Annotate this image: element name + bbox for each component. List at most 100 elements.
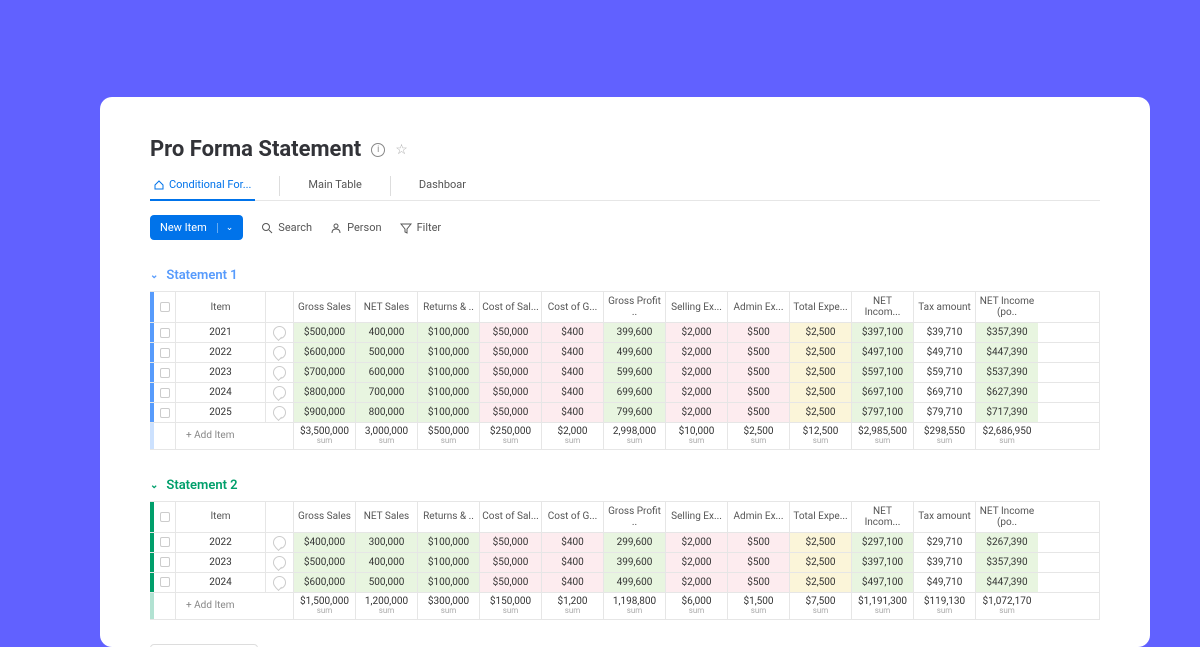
data-cell[interactable]: $100,000 (418, 573, 480, 592)
data-cell[interactable]: $357,390 (976, 553, 1038, 572)
column-header[interactable]: NET Income (po.. (976, 502, 1038, 532)
item-name-cell[interactable]: 2023 (176, 553, 266, 572)
tab-conditional-formatting[interactable]: Conditional For... (150, 172, 255, 201)
data-cell[interactable]: $800,000 (294, 383, 356, 402)
item-name-cell[interactable]: 2021 (176, 323, 266, 342)
data-cell[interactable]: $500 (728, 343, 790, 362)
data-cell[interactable]: $400 (542, 533, 604, 552)
add-item-button[interactable]: + Add Item (176, 593, 294, 619)
data-cell[interactable]: $400 (542, 323, 604, 342)
select-all-checkbox[interactable] (154, 292, 176, 322)
data-cell[interactable]: $400,000 (294, 533, 356, 552)
data-cell[interactable]: 599,600 (604, 363, 666, 382)
data-cell[interactable]: $2,000 (666, 533, 728, 552)
tab-main-table[interactable]: Main Table (304, 172, 365, 201)
row-checkbox[interactable] (154, 403, 176, 422)
item-name-cell[interactable]: 2022 (176, 343, 266, 362)
select-all-checkbox[interactable] (154, 502, 176, 532)
item-name-cell[interactable]: 2024 (176, 383, 266, 402)
data-cell[interactable]: $2,500 (790, 363, 852, 382)
data-cell[interactable]: $2,000 (666, 383, 728, 402)
data-cell[interactable]: $100,000 (418, 323, 480, 342)
row-checkbox[interactable] (154, 363, 176, 382)
info-icon[interactable]: i (371, 143, 385, 157)
table-row[interactable]: 2022$400,000300,000$100,000$50,000$40029… (150, 533, 1099, 553)
data-cell[interactable]: $600,000 (294, 573, 356, 592)
data-cell[interactable]: 299,600 (604, 533, 666, 552)
conversation-button[interactable] (266, 573, 294, 592)
data-cell[interactable]: $537,390 (976, 363, 1038, 382)
data-cell[interactable]: $2,500 (790, 553, 852, 572)
data-cell[interactable]: $49,710 (914, 573, 976, 592)
data-cell[interactable]: $500 (728, 403, 790, 422)
data-cell[interactable]: $100,000 (418, 533, 480, 552)
data-cell[interactable]: $900,000 (294, 403, 356, 422)
data-cell[interactable]: $2,000 (666, 343, 728, 362)
data-cell[interactable]: $600,000 (294, 343, 356, 362)
item-name-cell[interactable]: 2024 (176, 573, 266, 592)
person-button[interactable]: Person (330, 221, 381, 234)
column-header[interactable]: Cost of Sal... (480, 292, 542, 322)
data-cell[interactable]: 500,000 (356, 573, 418, 592)
data-cell[interactable]: 499,600 (604, 343, 666, 362)
column-header[interactable]: Selling Ex... (666, 292, 728, 322)
row-checkbox[interactable] (154, 383, 176, 402)
data-cell[interactable]: $2,500 (790, 343, 852, 362)
data-cell[interactable]: $500,000 (294, 323, 356, 342)
data-cell[interactable]: $627,390 (976, 383, 1038, 402)
data-cell[interactable]: $50,000 (480, 573, 542, 592)
data-cell[interactable]: $717,390 (976, 403, 1038, 422)
column-header[interactable]: Selling Ex... (666, 502, 728, 532)
group-header[interactable]: ⌄Statement 2 (150, 478, 1100, 493)
column-header[interactable]: Cost of G... (542, 502, 604, 532)
data-cell[interactable]: $2,000 (666, 363, 728, 382)
new-item-button[interactable]: New Item ⌄ (150, 215, 243, 240)
tab-dashboard[interactable]: Dashboar (415, 172, 470, 201)
conversation-button[interactable] (266, 363, 294, 382)
data-cell[interactable]: $2,500 (790, 403, 852, 422)
data-cell[interactable]: $2,500 (790, 533, 852, 552)
data-cell[interactable]: $100,000 (418, 363, 480, 382)
data-cell[interactable]: 300,000 (356, 533, 418, 552)
data-cell[interactable]: $500,000 (294, 553, 356, 572)
data-cell[interactable]: 400,000 (356, 553, 418, 572)
column-header[interactable]: NET Incom... (852, 292, 914, 322)
data-cell[interactable]: $697,100 (852, 383, 914, 402)
data-cell[interactable]: $447,390 (976, 343, 1038, 362)
column-header[interactable]: Gross Sales (294, 502, 356, 532)
column-header[interactable]: Item (176, 292, 266, 322)
conversation-button[interactable] (266, 403, 294, 422)
column-header[interactable]: NET Income (po.. (976, 292, 1038, 322)
data-cell[interactable]: $49,710 (914, 343, 976, 362)
row-checkbox[interactable] (154, 343, 176, 362)
column-header[interactable]: NET Sales (356, 292, 418, 322)
column-header[interactable]: Total Expe... (790, 502, 852, 532)
data-cell[interactable]: $100,000 (418, 343, 480, 362)
data-cell[interactable]: $400 (542, 553, 604, 572)
data-cell[interactable]: $2,500 (790, 573, 852, 592)
column-header[interactable]: Tax amount (914, 292, 976, 322)
column-header[interactable]: Admin Ex... (728, 502, 790, 532)
column-header[interactable]: Cost of G... (542, 292, 604, 322)
data-cell[interactable]: $500 (728, 383, 790, 402)
data-cell[interactable]: $400 (542, 383, 604, 402)
data-cell[interactable]: $267,390 (976, 533, 1038, 552)
data-cell[interactable]: $400 (542, 573, 604, 592)
conversation-button[interactable] (266, 383, 294, 402)
column-header[interactable]: Gross Profit .. (604, 502, 666, 532)
data-cell[interactable]: $100,000 (418, 403, 480, 422)
data-cell[interactable]: 799,600 (604, 403, 666, 422)
row-checkbox[interactable] (154, 573, 176, 592)
data-cell[interactable]: 399,600 (604, 323, 666, 342)
conversation-button[interactable] (266, 323, 294, 342)
data-cell[interactable]: $447,390 (976, 573, 1038, 592)
table-row[interactable]: 2024$600,000500,000$100,000$50,000$40049… (150, 573, 1099, 593)
column-header[interactable]: NET Incom... (852, 502, 914, 532)
data-cell[interactable]: $400 (542, 363, 604, 382)
data-cell[interactable]: $50,000 (480, 363, 542, 382)
table-row[interactable]: 2022$600,000500,000$100,000$50,000$40049… (150, 343, 1099, 363)
data-cell[interactable]: $397,100 (852, 323, 914, 342)
table-row[interactable]: 2023$500,000400,000$100,000$50,000$40039… (150, 553, 1099, 573)
data-cell[interactable]: $597,100 (852, 363, 914, 382)
data-cell[interactable]: 399,600 (604, 553, 666, 572)
